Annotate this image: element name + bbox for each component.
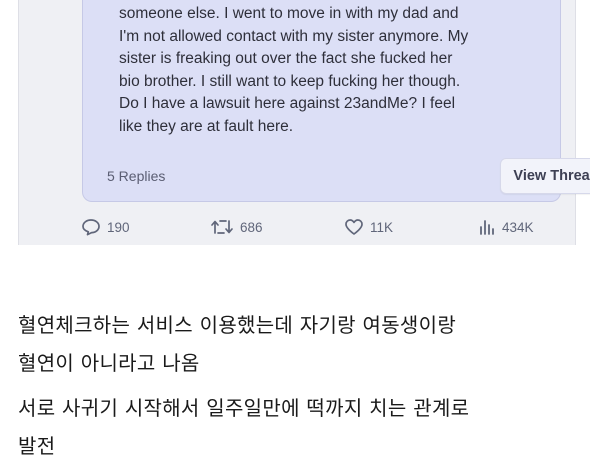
views-stat[interactable]: 434K — [478, 218, 534, 236]
caption-line-2: 혈연이 아니라고 나옴 — [18, 351, 200, 375]
caption-line-4: 발전 — [18, 434, 56, 458]
like-count: 11K — [370, 219, 394, 235]
comment-stat[interactable]: 190 — [81, 218, 130, 236]
repost-stat[interactable]: 686 — [210, 218, 263, 236]
heart-icon — [345, 219, 363, 235]
caption-line-1: 혈연체크하는 서비스 이용했는데 자기랑 여동생이랑 — [18, 313, 457, 337]
views-chart-icon — [480, 220, 494, 235]
views-count: 434K — [502, 219, 534, 235]
quoted-post-card: someone else. I went to move in with my … — [82, 0, 590, 202]
view-thread-button[interactable]: View Thread — [500, 158, 590, 194]
repost-icon — [211, 220, 233, 234]
comment-icon — [82, 219, 100, 236]
replies-count[interactable]: 5 Replies — [107, 168, 165, 184]
post-body-text: someone else. I went to move in with my … — [119, 5, 469, 135]
caption-line-3: 서로 사귀기 시작해서 일주일만에 떡까지 치는 관계로 — [18, 396, 470, 420]
like-stat[interactable]: 11K — [344, 218, 393, 236]
comment-count: 190 — [107, 219, 130, 235]
repost-count: 686 — [240, 219, 263, 235]
tweet-screenshot: someone else. I went to move in with my … — [18, 0, 590, 245]
